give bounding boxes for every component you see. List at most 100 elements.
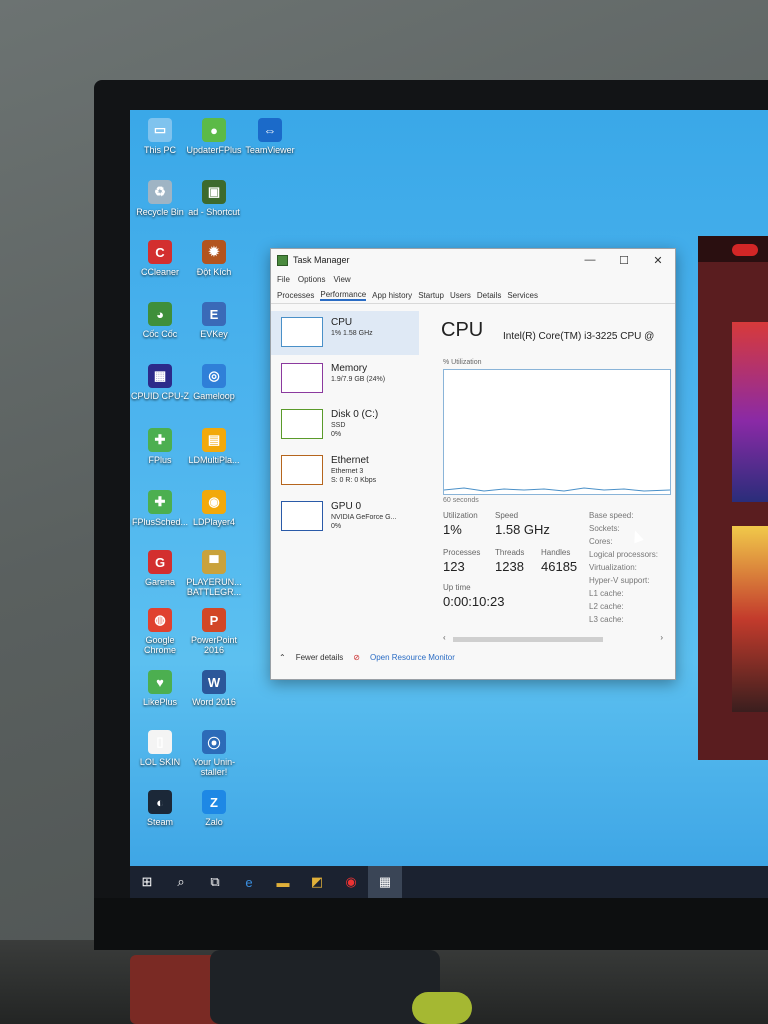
scrollbar-thumb[interactable]	[453, 637, 603, 642]
ldplayer-icon: ◉	[202, 490, 226, 514]
resource-name: Ethernet	[331, 455, 369, 466]
desktop-icon-shortcut[interactable]: ▣ ad - Shortcut	[184, 180, 244, 217]
file-icon: ▯	[148, 730, 172, 754]
desktop-icon-crossfire[interactable]: ✹ Đột Kích	[184, 240, 244, 277]
floor-object-green	[412, 992, 472, 1024]
taskbar: ⊞ ⌕ ⧉ e ▬ ◩ ◉ ▦	[130, 866, 768, 898]
open-resource-monitor-link[interactable]: Open Resource Monitor	[370, 653, 455, 662]
resource-item-ethernet[interactable]: Ethernet Ethernet 3 S: 0 R: 0 Kbps	[271, 449, 419, 493]
ccleaner-icon: C	[148, 240, 172, 264]
scroll-left-arrow[interactable]: ‹	[443, 633, 446, 642]
cpu-model: Intel(R) Core(TM) i3-3225 CPU @	[503, 331, 655, 342]
game-banner-bottom[interactable]	[732, 526, 768, 712]
resource-item-memory[interactable]: Memory 1.9/7.9 GB (24%)	[271, 357, 419, 401]
task-manager-app-icon	[277, 254, 288, 266]
menu-file[interactable]: File	[277, 275, 290, 284]
desktop-icon-uninstaller[interactable]: ⦿ Your Unin-staller!	[184, 730, 244, 777]
speed-value: 1.58 GHz	[495, 522, 550, 537]
cpu-graph-svg	[443, 487, 671, 492]
desktop-icon-garena[interactable]: G Garena	[130, 550, 190, 587]
resource-item-cpu[interactable]: CPU 1% 1.58 GHz	[271, 311, 419, 355]
fewer-details-link[interactable]: Fewer details	[296, 653, 344, 662]
desktop-icon-steam[interactable]: ◐ Steam	[130, 790, 190, 827]
task-manager-titlebar[interactable]: Task Manager — ☐ ✕	[271, 249, 675, 271]
start-icon[interactable]: ⊞	[130, 866, 164, 898]
desktop-screen: ▭ This PC ● UpdaterFPlus ⇔ TeamViewer ♻ Recycle…	[130, 110, 768, 898]
garena-icon: G	[148, 550, 172, 574]
desktop-icon-ccleaner[interactable]: C CCleaner	[130, 240, 190, 277]
horizontal-scrollbar[interactable]: ‹ ›	[443, 633, 663, 643]
desktop-icon-zalo[interactable]: Z Zalo	[184, 790, 244, 827]
resource-thumbnail-graph	[281, 317, 323, 347]
desktop-icon-powerpoint[interactable]: P PowerPoint 2016	[184, 608, 244, 655]
floor-object-dark	[210, 950, 440, 1024]
desktop-icon-coccoc[interactable]: ◕ Cốc Cốc	[130, 302, 190, 339]
desktop-icon-chrome[interactable]: ◍ Google Chrome	[130, 608, 190, 655]
tab-performance[interactable]: Performance	[320, 290, 367, 301]
task-manager-window[interactable]: Task Manager — ☐ ✕ File Options View Pro…	[270, 248, 676, 680]
cpuz-icon: ▦	[148, 364, 172, 388]
resource-item-gpu-0[interactable]: GPU 0 NVIDIA GeForce G... 0%	[271, 495, 419, 539]
cpu-utilization-graph	[443, 369, 671, 495]
edge-icon[interactable]: e	[232, 866, 266, 898]
desktop-icon-label: EVKey	[200, 329, 228, 339]
processes-label: Processes	[443, 548, 481, 557]
fewer-details-icon[interactable]: ⌃	[279, 653, 286, 662]
scroll-right-arrow[interactable]: ›	[660, 633, 663, 642]
desktop-icon-cpuz[interactable]: ▦ CPUID CPU-Z	[130, 364, 190, 401]
tab-services[interactable]: Services	[507, 291, 538, 300]
utilization-label: Utilization	[443, 511, 478, 520]
fplus-icon: ✚	[148, 428, 172, 452]
desktop-icon-label: TeamViewer	[245, 145, 295, 155]
task-manager-taskbar-icon[interactable]: ▦	[368, 866, 402, 898]
file-explorer-icon[interactable]: ▬	[266, 866, 300, 898]
tab-app-history[interactable]: App history	[372, 291, 412, 300]
desktop-icon-ldplayer[interactable]: ◉ LDPlayer4	[184, 490, 244, 527]
desktop-icon-label: CPUID CPU-Z	[131, 391, 189, 401]
task-manager-footer: ⌃ Fewer details ⊘ Open Resource Monitor	[279, 653, 455, 662]
desktop-icon-word[interactable]: W Word 2016	[184, 670, 244, 707]
handles-stat: Handles 46185	[541, 548, 577, 574]
utilization-axis-label: % Utilization	[443, 359, 482, 366]
desktop-icon-computer[interactable]: ▭ This PC	[130, 118, 190, 155]
minimize-button[interactable]: —	[573, 254, 607, 267]
tab-startup[interactable]: Startup	[418, 291, 444, 300]
desktop-icon-label: LDMultiPla...	[188, 455, 240, 465]
menu-options[interactable]: Options	[298, 275, 326, 284]
shortcut-icon: ▣	[202, 180, 226, 204]
desktop-icon-pubg[interactable]: ▀ PLAYERUN... BATTLEGR...	[184, 550, 244, 597]
desktop-icon-ldmultiplayer[interactable]: ▤ LDMultiPla...	[184, 428, 244, 465]
desktop-icon-teamviewer[interactable]: ⇔ TeamViewer	[240, 118, 300, 155]
fplus-scheduler-icon: ✚	[148, 490, 172, 514]
desktop-icon-fplus[interactable]: ✚ FPlus	[130, 428, 190, 465]
desktop-icon-recycle-bin[interactable]: ♻ Recycle Bin	[130, 180, 190, 217]
store-icon[interactable]: ◩	[300, 866, 334, 898]
resource-item-disk-0-c[interactable]: Disk 0 (C:) SSD 0%	[271, 403, 419, 447]
desktop-icon-evkey[interactable]: E EVKey	[184, 302, 244, 339]
garena-taskbar-icon[interactable]: ◉	[334, 866, 368, 898]
powerpoint-icon: P	[202, 608, 226, 632]
recycle-bin-icon: ♻	[148, 180, 172, 204]
desktop-icon-gameloop[interactable]: ◎ Gameloop	[184, 364, 244, 401]
steam-icon: ◐	[148, 790, 172, 814]
tab-users[interactable]: Users	[450, 291, 471, 300]
game-banner-top[interactable]	[732, 322, 768, 502]
garena-game-window[interactable]	[698, 236, 768, 760]
window-title: Task Manager	[293, 255, 350, 265]
tab-details[interactable]: Details	[477, 291, 501, 300]
task-view-icon[interactable]: ⧉	[198, 866, 232, 898]
desktop-icon-fplus-scheduler[interactable]: ✚ FPlusSched...	[130, 490, 190, 527]
utilization-value: 1%	[443, 522, 462, 537]
resource-name: Disk 0 (C:)	[331, 409, 379, 420]
cpu-spec-label: Cores:	[589, 537, 613, 546]
menu-view[interactable]: View	[333, 275, 350, 284]
desktop-icon-file[interactable]: ▯ LOL SKIN	[130, 730, 190, 767]
tab-processes[interactable]: Processes	[277, 291, 314, 300]
maximize-button[interactable]: ☐	[607, 254, 641, 267]
desktop-icon-likeplus[interactable]: ♥ LikePlus	[130, 670, 190, 707]
desktop-icon-updater[interactable]: ● UpdaterFPlus	[184, 118, 244, 155]
cpu-spec-label: Virtualization:	[589, 563, 637, 572]
close-button[interactable]: ✕	[641, 254, 675, 267]
chrome-icon: ◍	[148, 608, 172, 632]
search-icon[interactable]: ⌕	[164, 866, 198, 898]
